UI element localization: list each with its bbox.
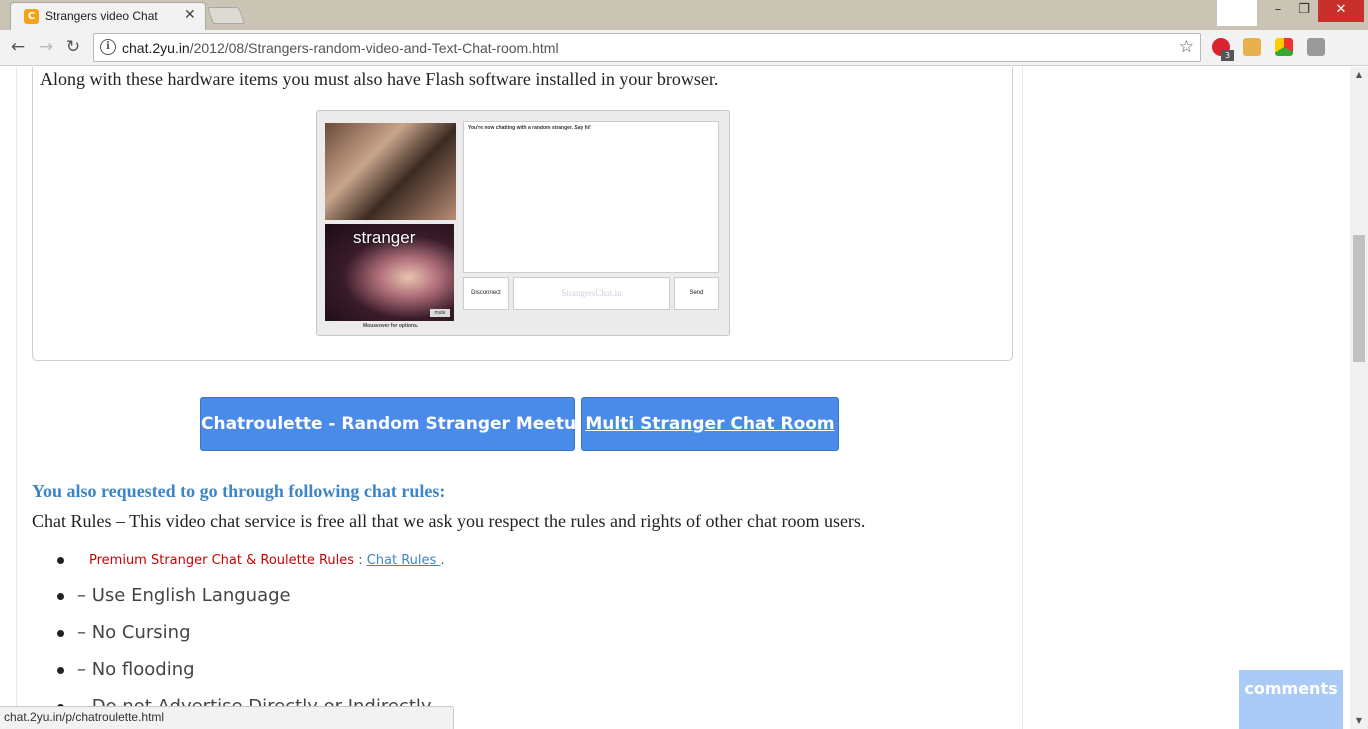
browser-toolbar: ← → ↻ i chat.2yu.in/2012/08/Strangers-ra… — [0, 30, 1368, 90]
rules-intro: Chat Rules – This video chat service is … — [32, 511, 866, 531]
flash-paragraph: Along with these hardware items you must… — [40, 69, 719, 89]
mouseover-hint: Mouseover for options. — [363, 323, 419, 329]
rules-heading: You also requested to go through followi… — [32, 481, 446, 501]
watermark-label: StrangersChat.in — [513, 277, 670, 310]
chat-rules-link[interactable]: Chat Rules — [367, 553, 441, 568]
rule-item: – No Cursing — [77, 622, 191, 643]
url-path: /2012/08/Strangers-random-video-and-Text… — [189, 40, 559, 56]
status-url-bubble: chat.2yu.in/p/chatroulette.html — [0, 706, 454, 729]
bullet-icon — [57, 667, 64, 674]
bookmark-star-icon[interactable]: ☆ — [1179, 37, 1194, 57]
send-label: Send — [674, 277, 719, 310]
profile-button[interactable] — [1217, 0, 1257, 26]
multi-stranger-room-button[interactable]: Multi Stranger Chat Room — [581, 397, 839, 451]
webcam-top-image — [325, 123, 456, 220]
chat-screenshot-image: stranger mute Mouseover for options. You… — [316, 110, 730, 336]
forward-icon[interactable]: → — [36, 37, 56, 57]
comments-button[interactable]: comments — [1239, 670, 1343, 729]
webcam-bottom-image: stranger mute — [325, 224, 454, 321]
color-extension-icon[interactable] — [1275, 38, 1293, 56]
window-close-icon[interactable]: ✕ — [1318, 0, 1364, 22]
scroll-up-icon[interactable]: ▲ — [1350, 67, 1368, 83]
tab-title: Strangers video Chat — [45, 9, 158, 23]
chatroulette-button[interactable]: Chatroulette - Random Stranger Meetup — [200, 397, 588, 451]
site-favicon-icon: C — [24, 9, 39, 24]
premium-rules-suffix: . — [440, 553, 445, 568]
back-icon[interactable]: ← — [8, 37, 28, 57]
gray-extension-icon[interactable] — [1307, 38, 1325, 56]
sidebar — [1023, 67, 1350, 729]
rule-item: – Use English Language — [77, 585, 291, 606]
bullet-icon — [57, 593, 64, 600]
chat-log: You're now chatting with a random strang… — [463, 121, 719, 273]
url-text: chat.2yu.in/2012/08/Strangers-random-vid… — [122, 40, 559, 56]
browser-tab[interactable]: C Strangers video Chat ✕ — [10, 2, 206, 30]
scroll-down-icon[interactable]: ▼ — [1350, 713, 1368, 729]
premium-rules-item: Premium Stranger Chat & Roulette Rules :… — [89, 553, 445, 568]
new-tab-button[interactable] — [206, 7, 246, 24]
premium-rules-label: Premium Stranger Chat & Roulette Rules — [89, 553, 355, 568]
scrollbar-thumb[interactable] — [1353, 235, 1365, 362]
page-scrollbar[interactable]: ▲ ▼ — [1350, 67, 1368, 729]
page-viewport: Along with these hardware items you must… — [0, 67, 1350, 729]
disconnect-label: Disconnect — [463, 277, 509, 310]
mute-label: mute — [430, 309, 450, 317]
bullet-icon — [57, 557, 64, 564]
browser-title-bar: C Strangers video Chat ✕ – ❐ ✕ — [0, 0, 1368, 30]
face-extension-icon[interactable] — [1243, 38, 1261, 56]
url-host: chat.2yu.in — [122, 40, 190, 56]
extension-badge: 3 — [1221, 50, 1234, 61]
tab-close-icon[interactable]: ✕ — [184, 7, 196, 23]
stranger-label: stranger — [353, 228, 416, 247]
bullet-icon — [57, 630, 64, 637]
site-info-icon[interactable]: i — [100, 39, 116, 55]
address-bar[interactable]: i chat.2yu.in/2012/08/Strangers-random-v… — [93, 33, 1201, 62]
rule-item: – No flooding — [77, 659, 195, 680]
premium-rules-separator: : — [358, 553, 363, 568]
chat-log-text: You're now chatting with a random strang… — [468, 125, 591, 131]
reload-icon[interactable]: ↻ — [63, 37, 83, 57]
